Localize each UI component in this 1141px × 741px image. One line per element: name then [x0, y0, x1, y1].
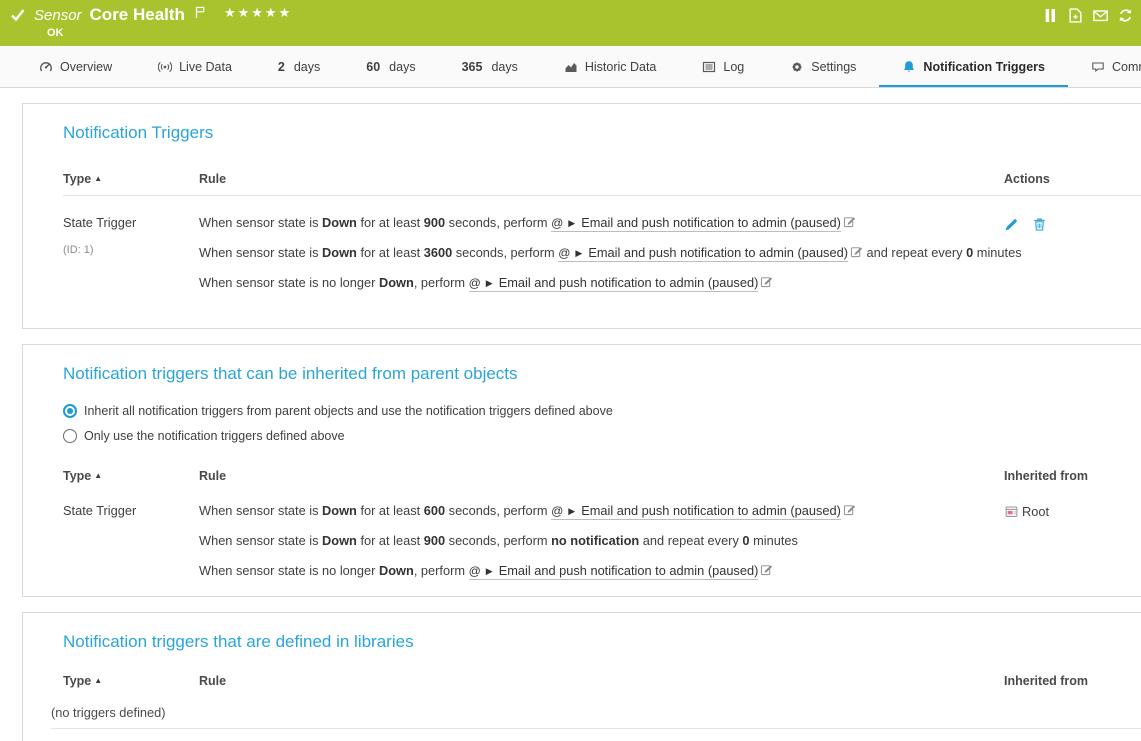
- inherit-radio-group: Inherit all notification triggers from p…: [63, 398, 1141, 448]
- edit-notification-icon[interactable]: [760, 268, 773, 298]
- edit-notification-icon[interactable]: [843, 208, 856, 238]
- trigger-rule: When sensor state is Down for at least 9…: [199, 208, 1004, 238]
- panel-library-triggers: Notification triggers that are defined i…: [22, 612, 1141, 741]
- edit-trigger-icon[interactable]: [1004, 217, 1019, 232]
- column-header-rule: Rule: [199, 469, 1004, 483]
- trigger-rule: When sensor state is no longer Down, per…: [199, 268, 1004, 298]
- trigger-rule: When sensor state is Down for at least 3…: [199, 238, 1004, 268]
- gear-icon: [790, 60, 804, 74]
- trigger-type: State Trigger: [63, 214, 199, 232]
- email-icon[interactable]: [1093, 8, 1108, 23]
- panel-inherited-triggers: Notification triggers that can be inheri…: [22, 344, 1141, 597]
- table-row: State Trigger (ID: 1) When sensor state …: [63, 208, 1141, 298]
- edit-notification-icon[interactable]: [760, 556, 773, 586]
- notification-link[interactable]: @▶Email and push notification to admin (…: [469, 275, 759, 292]
- radio-selected-icon[interactable]: [63, 404, 77, 418]
- table-header: Type▲ Rule Actions: [63, 172, 1141, 196]
- tab-notification-triggers[interactable]: Notification Triggers: [879, 46, 1068, 87]
- tab-2-days[interactable]: 2 days: [255, 46, 343, 87]
- sensor-header: Sensor Core Health ★★★★★ OK: [0, 0, 1141, 46]
- table-row: State Trigger When sensor state is Down …: [63, 496, 1141, 586]
- gauge-icon: [39, 60, 53, 74]
- delete-trigger-icon[interactable]: [1032, 217, 1047, 232]
- notification-link[interactable]: @▶Email and push notification to admin (…: [469, 563, 759, 580]
- table-header: Type▲ Rule Inherited from: [63, 674, 1141, 697]
- log-icon: [702, 60, 716, 74]
- column-header-inherited-from: Inherited from: [1004, 674, 1141, 688]
- notification-link[interactable]: @▶Email and push notification to admin (…: [551, 503, 841, 520]
- root-group-icon: [1004, 504, 1019, 519]
- refresh-icon[interactable]: [1118, 8, 1133, 23]
- tab-365-days[interactable]: 365 days: [439, 46, 541, 87]
- tab-comments[interactable]: Comments: [1068, 46, 1141, 87]
- sort-asc-icon: ▲: [94, 174, 102, 183]
- table-header: Type▲ Rule Inherited from: [63, 469, 1141, 492]
- pause-icon[interactable]: [1043, 8, 1058, 23]
- tab-log[interactable]: Log: [679, 46, 767, 87]
- sort-asc-icon: ▲: [94, 471, 102, 480]
- edit-notification-icon[interactable]: [843, 496, 856, 526]
- trigger-rule: When sensor state is no longer Down, per…: [199, 556, 1004, 586]
- column-header-type[interactable]: Type▲: [63, 469, 199, 483]
- column-header-rule: Rule: [199, 674, 1004, 688]
- add-report-icon[interactable]: [1068, 8, 1083, 23]
- chart-icon: [564, 60, 578, 74]
- prtg-sensor-page: Sensor Core Health ★★★★★ OK Overview Liv…: [0, 0, 1141, 741]
- sort-asc-icon: ▲: [94, 676, 102, 685]
- tab-settings[interactable]: Settings: [767, 46, 879, 87]
- tab-live-data[interactable]: Live Data: [135, 46, 255, 87]
- section-title: Notification triggers that are defined i…: [63, 631, 1141, 653]
- bell-icon: [902, 60, 916, 74]
- tab-bar: Overview Live Data 2 days 60 days 365 da…: [0, 46, 1141, 88]
- trigger-rule: When sensor state is Down for at least 9…: [199, 526, 1004, 556]
- section-title: Notification triggers that can be inheri…: [63, 363, 1141, 385]
- tab-historic-data[interactable]: Historic Data: [541, 46, 680, 87]
- column-header-actions: Actions: [1004, 172, 1141, 186]
- object-kind-label: Sensor: [34, 7, 82, 24]
- trigger-id: (ID: 1): [63, 241, 199, 259]
- tab-overview[interactable]: Overview: [16, 46, 135, 87]
- no-triggers-message: (no triggers defined): [51, 705, 1141, 729]
- tab-60-days[interactable]: 60 days: [343, 46, 438, 87]
- sensor-title: Core Health: [90, 5, 185, 25]
- notification-link[interactable]: @▶Email and push notification to admin (…: [551, 215, 841, 232]
- column-header-type[interactable]: Type▲: [63, 172, 199, 186]
- notification-link[interactable]: @▶Email and push notification to admin (…: [558, 245, 848, 262]
- radio-inherit-all[interactable]: Inherit all notification triggers from p…: [63, 398, 1141, 423]
- radio-only-defined-above[interactable]: Only use the notification triggers defin…: [63, 423, 1141, 448]
- edit-notification-icon[interactable]: [850, 238, 863, 268]
- radio-unselected-icon[interactable]: [63, 429, 77, 443]
- trigger-type: State Trigger: [63, 502, 199, 520]
- column-header-type[interactable]: Type▲: [63, 674, 199, 688]
- section-title: Notification Triggers: [63, 122, 1141, 144]
- actions-cell: [1004, 208, 1141, 298]
- flag-icon[interactable]: [195, 6, 206, 19]
- comment-icon: [1091, 60, 1105, 74]
- trigger-rule: When sensor state is Down for at least 6…: [199, 496, 1004, 526]
- priority-stars[interactable]: ★★★★★: [224, 5, 292, 21]
- column-header-rule: Rule: [199, 172, 1004, 186]
- panel-notification-triggers: Notification Triggers Type▲ Rule Actions…: [22, 103, 1141, 329]
- sensor-status-badge: OK: [47, 27, 1141, 39]
- inherited-from-root-link[interactable]: Root: [1004, 496, 1141, 519]
- column-header-inherited-from: Inherited from: [1004, 469, 1141, 483]
- live-data-icon: [158, 60, 172, 74]
- status-ok-check-icon: [10, 8, 26, 22]
